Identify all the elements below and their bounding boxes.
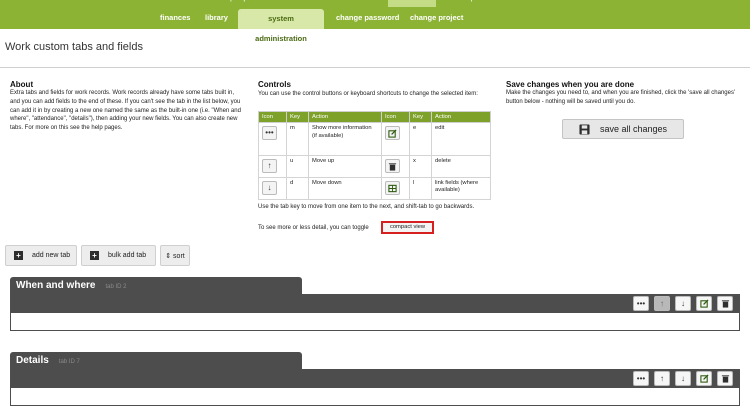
more-icon[interactable]: ••• [633,371,649,386]
table-header-row: Icon Key Action Icon Key Action [258,111,491,123]
nav-admin[interactable]: admin [388,0,436,7]
title-divider [0,67,750,68]
col-header: Key [409,111,432,123]
tab-body [10,388,740,406]
delete-icon[interactable] [717,296,733,311]
edit-icon[interactable] [696,296,712,311]
sort-button[interactable]: ⇕ sort [160,245,190,266]
page-title: Work custom tabs and fields [5,41,143,53]
table-row: ••• m Show more information (if availabl… [258,122,491,156]
table-row: ↓ d Move down l link fields (where avail… [258,176,491,200]
action-cell: Move up [308,155,382,178]
save-all-changes-label: save all changes [599,124,668,134]
controls-intro: You can use the control buttons or keybo… [258,91,478,97]
tab-toolbar: ••• ↑ ↓ [10,369,740,388]
tab-key-hint: Use the tab key to move from one item to… [258,204,475,210]
link-fields-icon [385,180,400,195]
col-header: Action [308,111,382,123]
about-text: Extra tabs and fields for work records. … [10,90,241,132]
save-all-changes-button[interactable]: save all changes [562,119,684,139]
compact-view-button[interactable]: compact view [381,221,434,234]
key-cell: l [409,176,432,200]
delete-icon [385,159,400,173]
tab-id: tab ID 7 [58,359,80,365]
key-cell: e [409,122,432,156]
nav-help[interactable]: help [460,0,475,7]
save-text: Make the changes you need to, and when y… [506,90,736,105]
col-header: Icon [381,111,410,123]
toggle-hint: To see more or less detail, you can togg… [258,225,369,231]
edit-icon[interactable] [696,371,712,386]
subnav-change-project[interactable]: change project [402,7,471,29]
action-cell: edit [431,122,491,156]
move-up-icon: ↑ [654,296,670,311]
action-cell: Show more information (if available) [308,122,382,156]
about-heading: About [10,80,34,89]
move-down-icon: ↓ [262,180,277,195]
sub-nav: finances library system administration c… [0,7,750,43]
action-cell: delete [431,155,491,178]
controls-heading: Controls [258,80,291,89]
bulk-add-tab-label: bulk add tab [108,252,147,259]
nav-lists[interactable]: lists [347,0,361,7]
more-icon: ••• [262,126,277,140]
table-row: ↑ u Move up x delete [258,155,491,178]
edit-icon [385,126,400,140]
add-new-tab-button[interactable]: + add new tab [5,245,77,266]
tab-toolbar: ••• ↑ ↓ [10,294,740,313]
tab-title: Details [16,355,49,366]
tab-header[interactable]: When and where tab ID 2 [10,277,302,294]
tab-title: When and where [16,280,96,291]
bulk-add-tab-button[interactable]: + bulk add tab [81,245,156,266]
tab-panel-when-and-where: When and where tab ID 2 ••• ↑ ↓ [10,277,740,333]
tab-id: tab ID 2 [105,284,127,290]
more-icon[interactable]: ••• [633,296,649,311]
tab-panel-details: Details tab ID 7 ••• ↑ ↓ [10,352,740,408]
delete-icon[interactable] [717,371,733,386]
subnav-library[interactable]: library [197,7,236,29]
controls-table: Icon Key Action Icon Key Action ••• m Sh… [258,111,491,200]
move-down-icon[interactable]: ↓ [675,371,691,386]
nav-people[interactable]: people [230,0,254,7]
col-header: Key [286,111,309,123]
save-heading: Save changes when you are done [506,80,635,89]
tab-header[interactable]: Details tab ID 7 [10,352,302,369]
key-cell: u [286,155,309,178]
move-up-icon[interactable]: ↑ [654,371,670,386]
move-up-icon: ↑ [262,159,277,173]
top-nav: home people work lists reports admin hel… [0,0,750,7]
nav-home[interactable]: home [170,0,190,7]
key-cell: x [409,155,432,178]
action-cell: link fields (where available) [431,176,491,200]
nav-work[interactable]: work [293,0,310,7]
key-cell: m [286,122,309,156]
subnav-finances[interactable]: finances [152,7,198,29]
move-down-icon[interactable]: ↓ [675,296,691,311]
subnav-change-password[interactable]: change password [328,7,407,29]
col-header: Action [431,111,491,123]
floppy-disk-icon [579,123,590,135]
col-header: Icon [258,111,287,123]
action-cell: Move down [308,176,382,200]
key-cell: d [286,176,309,200]
tab-body [10,313,740,331]
plus-icon: + [90,251,99,260]
plus-icon: + [14,251,23,260]
subnav-system-administration[interactable]: system administration [238,9,324,43]
add-new-tab-label: add new tab [32,252,71,259]
